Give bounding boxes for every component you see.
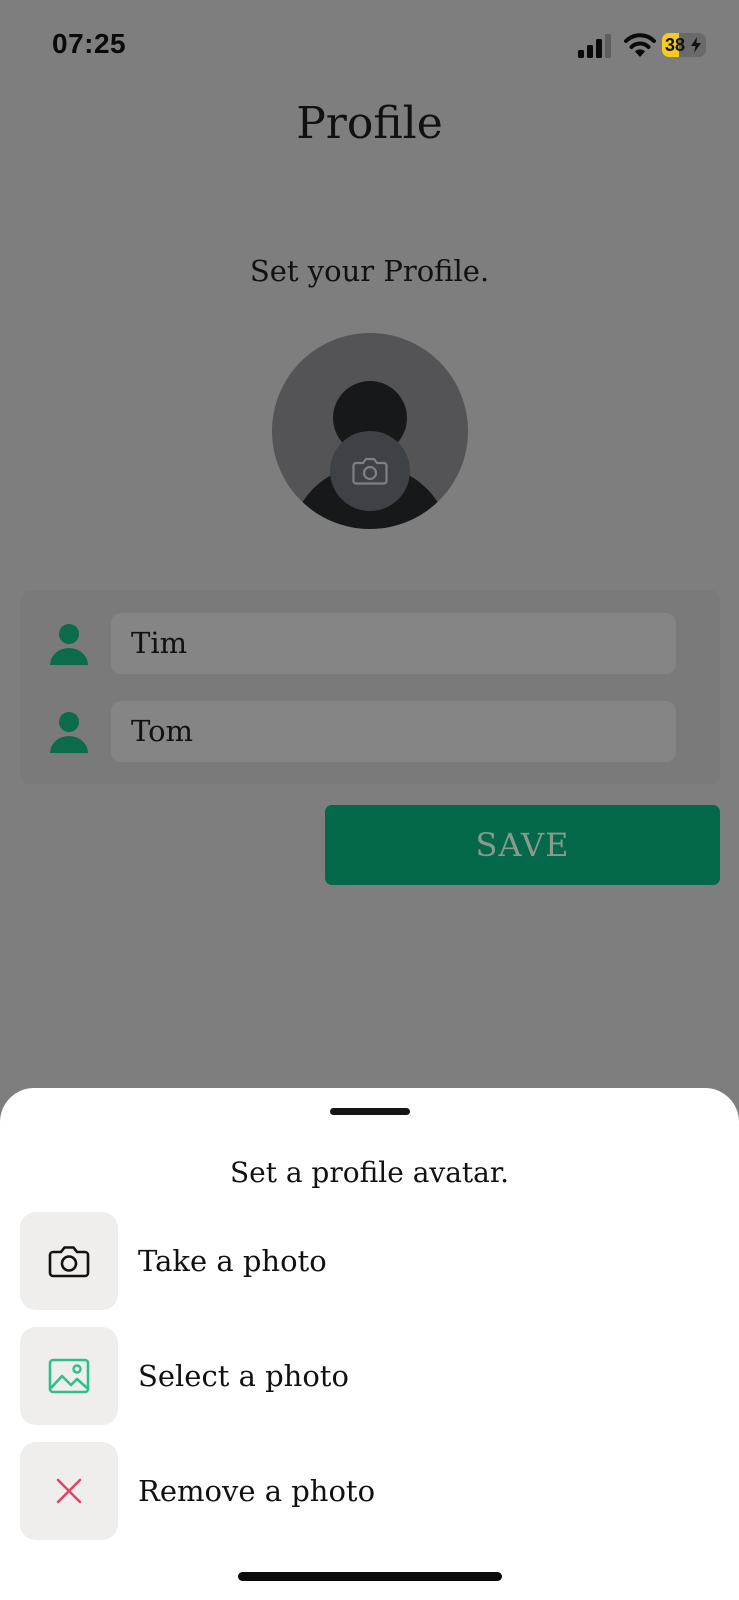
camera-icon xyxy=(352,457,388,485)
image-icon xyxy=(48,1358,90,1394)
save-button[interactable]: SAVE xyxy=(325,805,720,885)
person-icon xyxy=(50,712,88,753)
option-label: Take a photo xyxy=(138,1244,327,1278)
sheet-drag-handle[interactable] xyxy=(330,1108,410,1115)
take-photo-option[interactable]: Take a photo xyxy=(20,1212,720,1310)
sheet-title: Set a profile avatar. xyxy=(229,1156,510,1189)
charging-bolt-icon xyxy=(691,37,701,53)
close-icon xyxy=(56,1478,82,1504)
option-icon-container xyxy=(20,1442,118,1540)
wifi-icon xyxy=(624,33,656,57)
avatar-bottom-sheet: Set a profile avatar. Take a photo Selec… xyxy=(0,1088,739,1600)
last-name-field[interactable]: Tom xyxy=(111,701,676,762)
remove-photo-option[interactable]: Remove a photo xyxy=(20,1442,720,1540)
select-photo-option[interactable]: Select a photo xyxy=(20,1327,720,1425)
status-bar: 07:25 38 xyxy=(0,0,739,92)
cellular-signal-icon xyxy=(578,34,611,58)
person-icon xyxy=(50,624,88,665)
avatar-camera-button[interactable] xyxy=(330,431,410,511)
first-name-field[interactable]: Tim xyxy=(111,613,676,674)
camera-icon xyxy=(48,1246,90,1278)
status-time: 07:25 xyxy=(52,28,127,59)
option-label: Remove a photo xyxy=(138,1474,376,1508)
option-label: Select a photo xyxy=(138,1359,349,1393)
battery-indicator: 38 xyxy=(662,33,706,57)
page-title: Profile xyxy=(296,98,443,149)
name-fields-card: Tim Tom xyxy=(20,590,720,784)
page-subtitle: Set your Profile. xyxy=(249,254,490,288)
option-icon-container xyxy=(20,1212,118,1310)
option-icon-container xyxy=(20,1327,118,1425)
battery-level: 38 xyxy=(665,35,686,55)
home-indicator xyxy=(238,1572,502,1581)
